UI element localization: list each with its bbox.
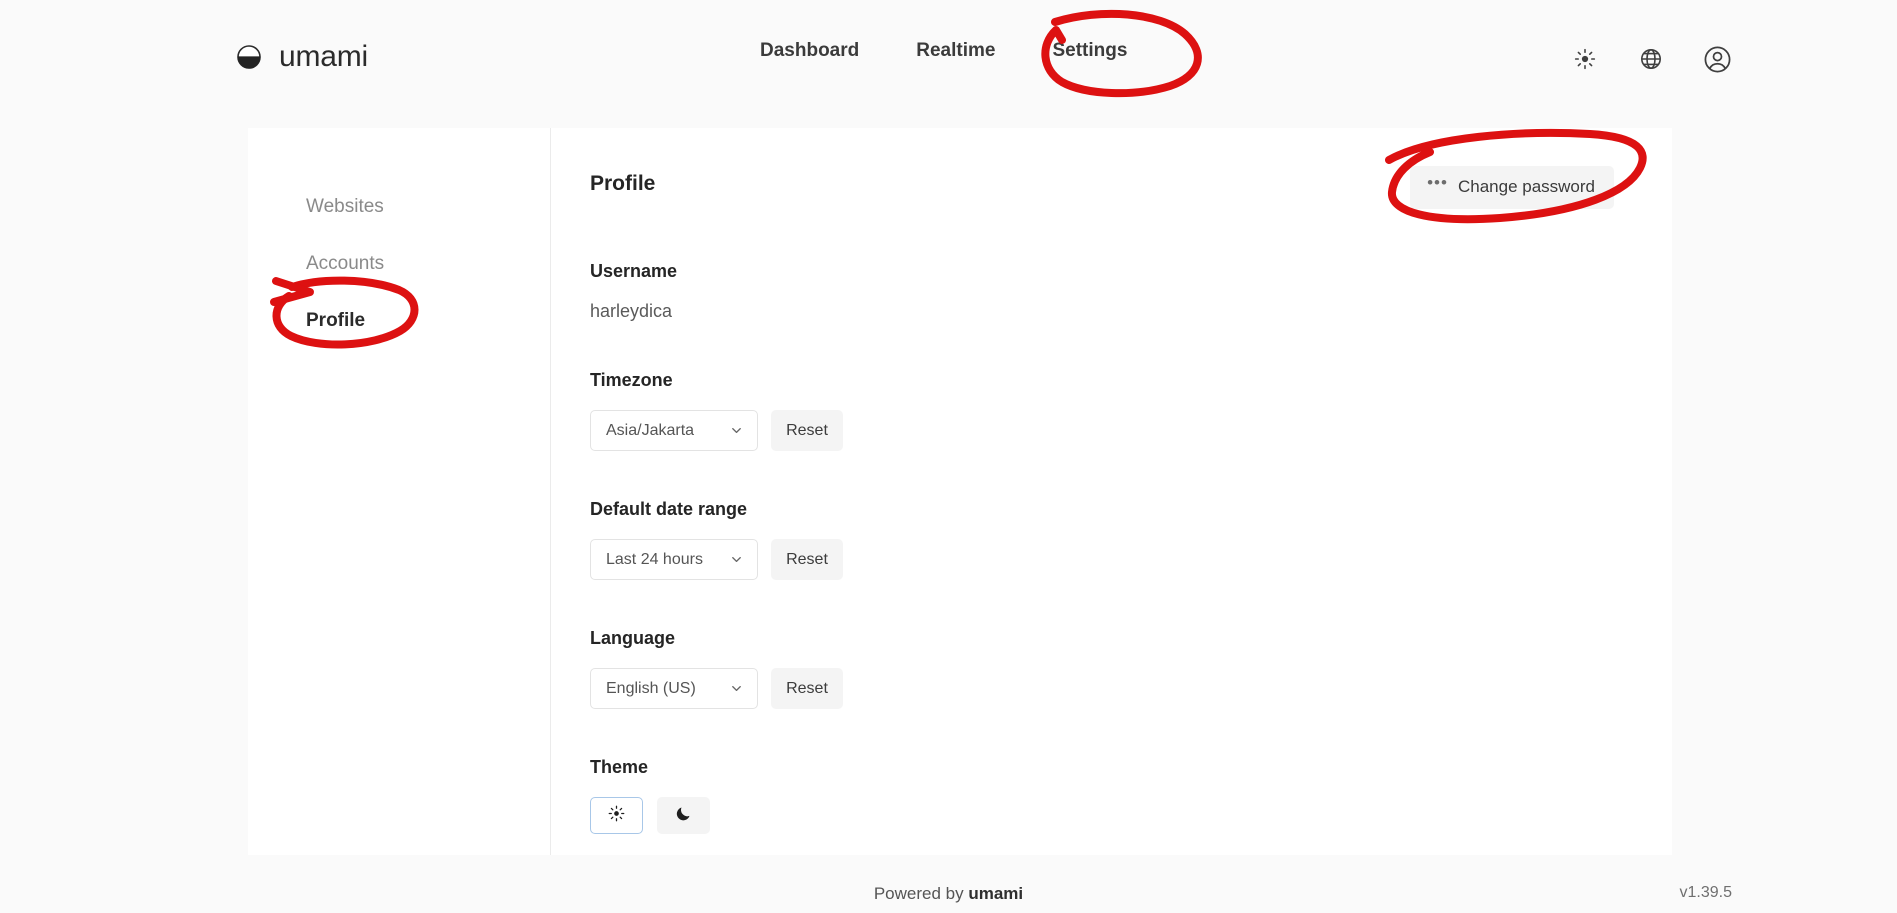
language-group: Language English (US) Reset bbox=[590, 628, 1636, 709]
header-actions bbox=[1570, 44, 1732, 74]
settings-sidebar: Websites Accounts Profile bbox=[248, 128, 551, 855]
nav-settings[interactable]: Settings bbox=[1052, 40, 1127, 62]
username-value: harleydica bbox=[590, 301, 1636, 322]
default-date-range-group: Default date range Last 24 hours Reset bbox=[590, 499, 1636, 580]
sidebar-item-profile[interactable]: Profile bbox=[248, 292, 550, 349]
brand-logo-link[interactable]: umami bbox=[232, 40, 368, 74]
powered-by-prefix: Powered by bbox=[874, 884, 969, 903]
timezone-selected-value: Asia/Jakarta bbox=[606, 422, 694, 440]
chevron-down-icon bbox=[729, 681, 744, 696]
language-selected-value: English (US) bbox=[606, 680, 696, 698]
language-label: Language bbox=[590, 628, 1636, 649]
username-label: Username bbox=[590, 261, 1636, 282]
timezone-reset-button[interactable]: Reset bbox=[771, 410, 843, 451]
theme-light-button[interactable] bbox=[590, 797, 643, 834]
language-select[interactable]: English (US) bbox=[590, 668, 758, 709]
settings-card: Websites Accounts Profile Profile ••• Ch… bbox=[248, 128, 1672, 855]
timezone-label: Timezone bbox=[590, 370, 1636, 391]
default-date-range-reset-button[interactable]: Reset bbox=[771, 539, 843, 580]
theme-dark-button[interactable] bbox=[657, 797, 710, 834]
version-label: v1.39.5 bbox=[1680, 884, 1732, 902]
app-footer: Powered by umami v1.39.5 bbox=[0, 855, 1897, 913]
sidebar-item-websites[interactable]: Websites bbox=[248, 178, 550, 235]
theme-label: Theme bbox=[590, 757, 1636, 778]
timezone-group: Timezone Asia/Jakarta Reset bbox=[590, 370, 1636, 451]
nav-realtime[interactable]: Realtime bbox=[916, 40, 995, 62]
main-nav: Dashboard Realtime Settings bbox=[760, 40, 1127, 62]
user-circle-icon[interactable] bbox=[1702, 44, 1732, 74]
panel-header: Profile ••• Change password bbox=[590, 168, 1636, 209]
settings-main: Profile ••• Change password Username har… bbox=[551, 128, 1672, 855]
sidebar-item-accounts[interactable]: Accounts bbox=[248, 235, 550, 292]
chevron-down-icon bbox=[729, 552, 744, 567]
theme-group: Theme bbox=[590, 757, 1636, 834]
powered-by-text: Powered by umami bbox=[0, 884, 1897, 904]
ellipsis-icon: ••• bbox=[1427, 178, 1448, 188]
username-group: Username harleydica bbox=[590, 261, 1636, 322]
brand-name: umami bbox=[279, 40, 368, 74]
umami-bowl-logo-icon bbox=[232, 40, 266, 74]
default-date-range-label: Default date range bbox=[590, 499, 1636, 520]
default-date-range-selected-value: Last 24 hours bbox=[606, 551, 703, 569]
globe-icon[interactable] bbox=[1636, 44, 1666, 74]
page-title: Profile bbox=[590, 168, 655, 196]
app-header: umami Dashboard Realtime Settings bbox=[0, 0, 1897, 128]
nav-dashboard[interactable]: Dashboard bbox=[760, 40, 859, 62]
timezone-select[interactable]: Asia/Jakarta bbox=[590, 410, 758, 451]
powered-by-brand: umami bbox=[968, 884, 1023, 903]
change-password-button[interactable]: ••• Change password bbox=[1410, 166, 1614, 209]
language-reset-button[interactable]: Reset bbox=[771, 668, 843, 709]
sun-icon bbox=[608, 805, 625, 827]
change-password-label: Change password bbox=[1458, 177, 1595, 197]
default-date-range-select[interactable]: Last 24 hours bbox=[590, 539, 758, 580]
moon-icon bbox=[675, 805, 692, 827]
sun-icon[interactable] bbox=[1570, 44, 1600, 74]
chevron-down-icon bbox=[729, 423, 744, 438]
